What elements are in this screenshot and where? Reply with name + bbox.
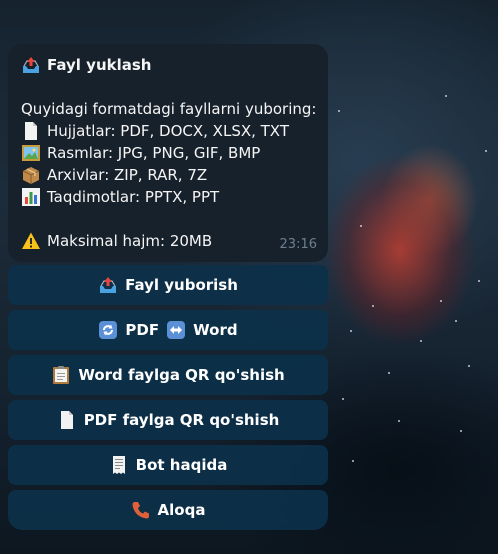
telephone-icon <box>131 500 151 520</box>
pdf-word-convert-button[interactable]: PDF Word <box>8 310 328 350</box>
format-line-documents: Hujjatlar: PDF, DOCX, XLSX, TXT <box>21 120 316 142</box>
button-label-word: Word <box>193 321 238 339</box>
receipt-icon <box>109 455 129 475</box>
button-label: Bot haqida <box>135 456 228 474</box>
bar-chart-icon <box>21 187 41 207</box>
left-right-arrow-icon <box>166 320 186 340</box>
picture-icon <box>21 143 41 163</box>
outbox-tray-icon <box>98 275 118 295</box>
outbox-tray-icon <box>21 55 41 75</box>
package-icon <box>21 165 41 185</box>
format-text: Rasmlar: JPG, PNG, GIF, BMP <box>47 144 261 162</box>
format-text: Hujjatlar: PDF, DOCX, XLSX, TXT <box>47 122 289 140</box>
format-text: Taqdimotlar: PPTX, PPT <box>47 188 220 206</box>
message-title-text: Fayl yuklash <box>47 56 152 74</box>
warning-text: Maksimal hajm: 20MB <box>47 232 213 250</box>
button-label: Word faylga QR qo'shish <box>78 366 285 384</box>
button-label: Aloqa <box>157 501 206 519</box>
arrows-cycle-icon <box>98 320 118 340</box>
format-line-images: Rasmlar: JPG, PNG, GIF, BMP <box>21 142 316 164</box>
message-intro: Quyidagi formatdagi fayllarni yuboring: <box>21 100 317 118</box>
button-label: Fayl yuborish <box>125 276 238 294</box>
warning-line: Maksimal hajm: 20MB <box>21 230 316 252</box>
message-timestamp: 23:16 <box>279 237 317 252</box>
format-text: Arxivlar: ZIP, RAR, 7Z <box>47 166 208 184</box>
clipboard-icon <box>51 365 71 385</box>
contact-button[interactable]: Aloqa <box>8 490 328 530</box>
document-icon <box>57 410 77 430</box>
warning-icon <box>21 231 41 251</box>
pdf-qr-button[interactable]: PDF faylga QR qo'shish <box>8 400 328 440</box>
send-file-button[interactable]: Fayl yuborish <box>8 265 328 305</box>
button-label: PDF faylga QR qo'shish <box>83 411 280 429</box>
message-title: Fayl yuklash <box>21 54 316 76</box>
word-qr-button[interactable]: Word faylga QR qo'shish <box>8 355 328 395</box>
button-label-pdf: PDF <box>125 321 160 339</box>
format-line-presentations: Taqdimotlar: PPTX, PPT <box>21 186 316 208</box>
bot-message: Fayl yuklash Quyidagi formatdagi fayllar… <box>8 44 328 262</box>
format-line-archives: Arxivlar: ZIP, RAR, 7Z <box>21 164 316 186</box>
document-icon <box>21 121 41 141</box>
about-bot-button[interactable]: Bot haqida <box>8 445 328 485</box>
